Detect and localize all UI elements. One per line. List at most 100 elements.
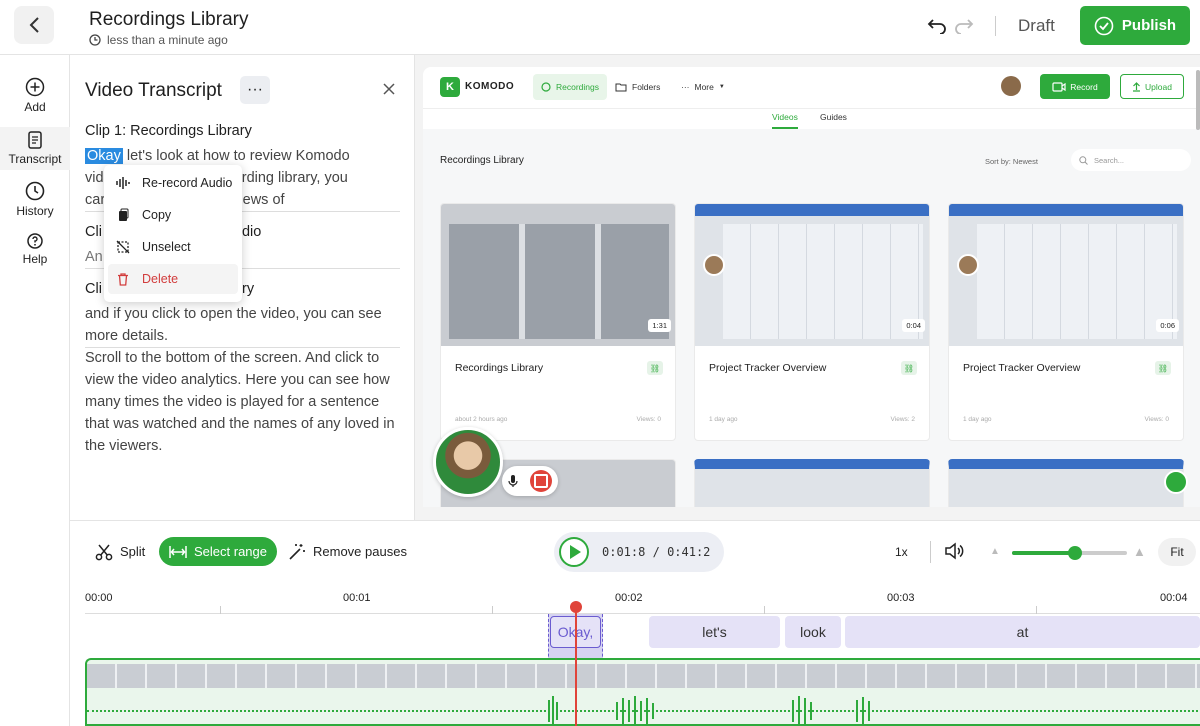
undo-button[interactable] bbox=[925, 14, 949, 38]
publish-label: Publish bbox=[1121, 17, 1177, 34]
video-thumbnail: 0:04 bbox=[695, 204, 929, 346]
microphone-icon[interactable] bbox=[508, 474, 518, 488]
close-button[interactable] bbox=[378, 78, 400, 100]
playback-control: 0:01:8 / 0:41:2 bbox=[554, 532, 724, 572]
nav-history[interactable]: History bbox=[0, 181, 70, 218]
video-title: Project Tracker Overview bbox=[963, 362, 1081, 374]
library-title: Recordings Library bbox=[440, 155, 524, 166]
clip-1-line2-start: vid bbox=[85, 170, 104, 186]
video-title: Recordings Library bbox=[455, 362, 544, 374]
zoom-in-icon[interactable]: ▲ bbox=[1133, 544, 1146, 559]
stop-recording-button[interactable] bbox=[530, 470, 552, 492]
upload-button: Upload bbox=[1120, 74, 1184, 99]
playhead-handle[interactable] bbox=[570, 601, 582, 613]
videos-tab: Videos bbox=[772, 112, 798, 129]
menu-item-unselect[interactable]: Unselect bbox=[108, 232, 238, 262]
zoom-out-icon[interactable]: ▲ bbox=[990, 546, 1000, 557]
folders-nav-label: Folders bbox=[632, 82, 661, 92]
header-divider bbox=[423, 108, 1200, 109]
menu-item-delete[interactable]: Delete bbox=[108, 264, 238, 294]
komodo-logo: K bbox=[440, 77, 460, 97]
redo-button[interactable] bbox=[952, 14, 976, 38]
range-icon bbox=[169, 545, 187, 558]
editor-toolbar: Split Select range Remove pauses 0:01:8 … bbox=[70, 520, 1200, 582]
clip-1-title: Clip 1: Recordings Library bbox=[85, 123, 252, 139]
transcript-icon bbox=[28, 131, 42, 149]
select-range-label: Select range bbox=[194, 544, 267, 559]
minor-tick bbox=[220, 606, 221, 614]
menu-item-label: Re-record Audio bbox=[142, 176, 233, 190]
zoom-knob[interactable] bbox=[1068, 546, 1083, 560]
video-track[interactable] bbox=[85, 658, 1200, 726]
minor-tick bbox=[492, 606, 493, 614]
back-button[interactable] bbox=[14, 6, 54, 44]
time-tick: 00:03 bbox=[887, 592, 915, 604]
unselect-icon bbox=[116, 240, 130, 254]
fit-button[interactable]: Fit bbox=[1158, 538, 1196, 566]
link-icon: ⛓ bbox=[647, 361, 663, 375]
playhead[interactable] bbox=[575, 602, 577, 726]
word-chip[interactable]: at bbox=[845, 616, 1200, 648]
library-search: Search... bbox=[1071, 149, 1191, 171]
clip-3-paragraph-1[interactable]: and if you click to open the video, you … bbox=[85, 303, 400, 347]
menu-item-copy[interactable]: Copy bbox=[108, 200, 238, 230]
word-chip[interactable]: look bbox=[785, 616, 841, 648]
webcam-bubble[interactable] bbox=[433, 427, 503, 497]
transcript-title: Video Transcript bbox=[85, 80, 222, 101]
thumbnail-header bbox=[695, 204, 929, 216]
document-title[interactable]: Recordings Library bbox=[89, 9, 248, 31]
guides-tab: Guides bbox=[820, 112, 847, 122]
zoom-fill bbox=[1012, 551, 1076, 555]
volume-button[interactable] bbox=[944, 542, 964, 565]
zoom-slider[interactable] bbox=[1012, 546, 1127, 560]
menu-item-re-record-audio[interactable]: Re-record Audio bbox=[108, 168, 238, 198]
more-nav: ··· More ▼ bbox=[673, 74, 733, 100]
nav-help[interactable]: Help bbox=[0, 233, 70, 266]
video-card bbox=[694, 459, 930, 507]
selected-word[interactable]: Okay bbox=[85, 148, 123, 164]
nav-transcript[interactable]: Transcript bbox=[0, 127, 70, 170]
minor-tick bbox=[1036, 606, 1037, 614]
word-context-menu: Re-record Audio Copy Unselect Delete bbox=[104, 165, 242, 302]
top-bar: Recordings Library less than a minute ag… bbox=[0, 0, 1200, 55]
transcript-more-button[interactable]: ··· bbox=[240, 76, 270, 104]
divider bbox=[995, 16, 996, 36]
clip-1-line3-start: car bbox=[85, 192, 106, 208]
undo-icon bbox=[927, 19, 946, 34]
preview-scrollbar[interactable] bbox=[1196, 70, 1200, 130]
chevron-down-icon: ▼ bbox=[718, 84, 725, 90]
select-range-button[interactable]: Select range bbox=[159, 537, 277, 566]
publish-button[interactable]: Publish bbox=[1080, 6, 1190, 45]
camera-icon bbox=[1052, 81, 1066, 92]
clock-icon bbox=[89, 34, 101, 46]
record-button: Record bbox=[1040, 74, 1110, 99]
nav-add[interactable]: Add bbox=[0, 77, 70, 114]
recording-controls bbox=[502, 466, 558, 496]
duration-badge: 1:31 bbox=[648, 319, 671, 332]
remove-pauses-button[interactable]: Remove pauses bbox=[288, 537, 407, 566]
playback-speed[interactable]: 1x bbox=[895, 545, 908, 559]
word-chip[interactable]: let's bbox=[649, 616, 780, 648]
chat-icon[interactable] bbox=[1164, 470, 1188, 494]
nav-add-label: Add bbox=[24, 100, 46, 114]
recordings-icon bbox=[541, 82, 551, 92]
add-icon bbox=[25, 77, 45, 97]
thumbnail-content bbox=[977, 224, 1177, 339]
video-preview: K KOMODO Recordings Folders ··· More ▼ R… bbox=[415, 55, 1200, 520]
clip-3-title-start: Cli bbox=[85, 281, 102, 297]
presenter-avatar bbox=[957, 254, 979, 276]
link-icon: ⛓ bbox=[901, 361, 917, 375]
split-button[interactable]: Split bbox=[95, 537, 145, 566]
video-views: Views: 0 bbox=[636, 416, 661, 423]
presenter-avatar bbox=[703, 254, 725, 276]
play-button[interactable] bbox=[559, 537, 589, 567]
minor-tick bbox=[764, 606, 765, 614]
scissors-icon bbox=[95, 544, 113, 560]
recordings-nav: Recordings bbox=[533, 74, 607, 100]
timeline[interactable]: 00:00 00:01 00:02 00:03 00:04 Okay, let'… bbox=[70, 582, 1200, 726]
sort-dropdown: Sort by: Newest bbox=[985, 157, 1038, 166]
help-icon bbox=[27, 233, 43, 249]
volume-icon bbox=[945, 542, 964, 560]
clip-3-paragraph-2[interactable]: Scroll to the bottom of the screen. And … bbox=[85, 347, 400, 457]
time-separator: / bbox=[652, 545, 660, 559]
